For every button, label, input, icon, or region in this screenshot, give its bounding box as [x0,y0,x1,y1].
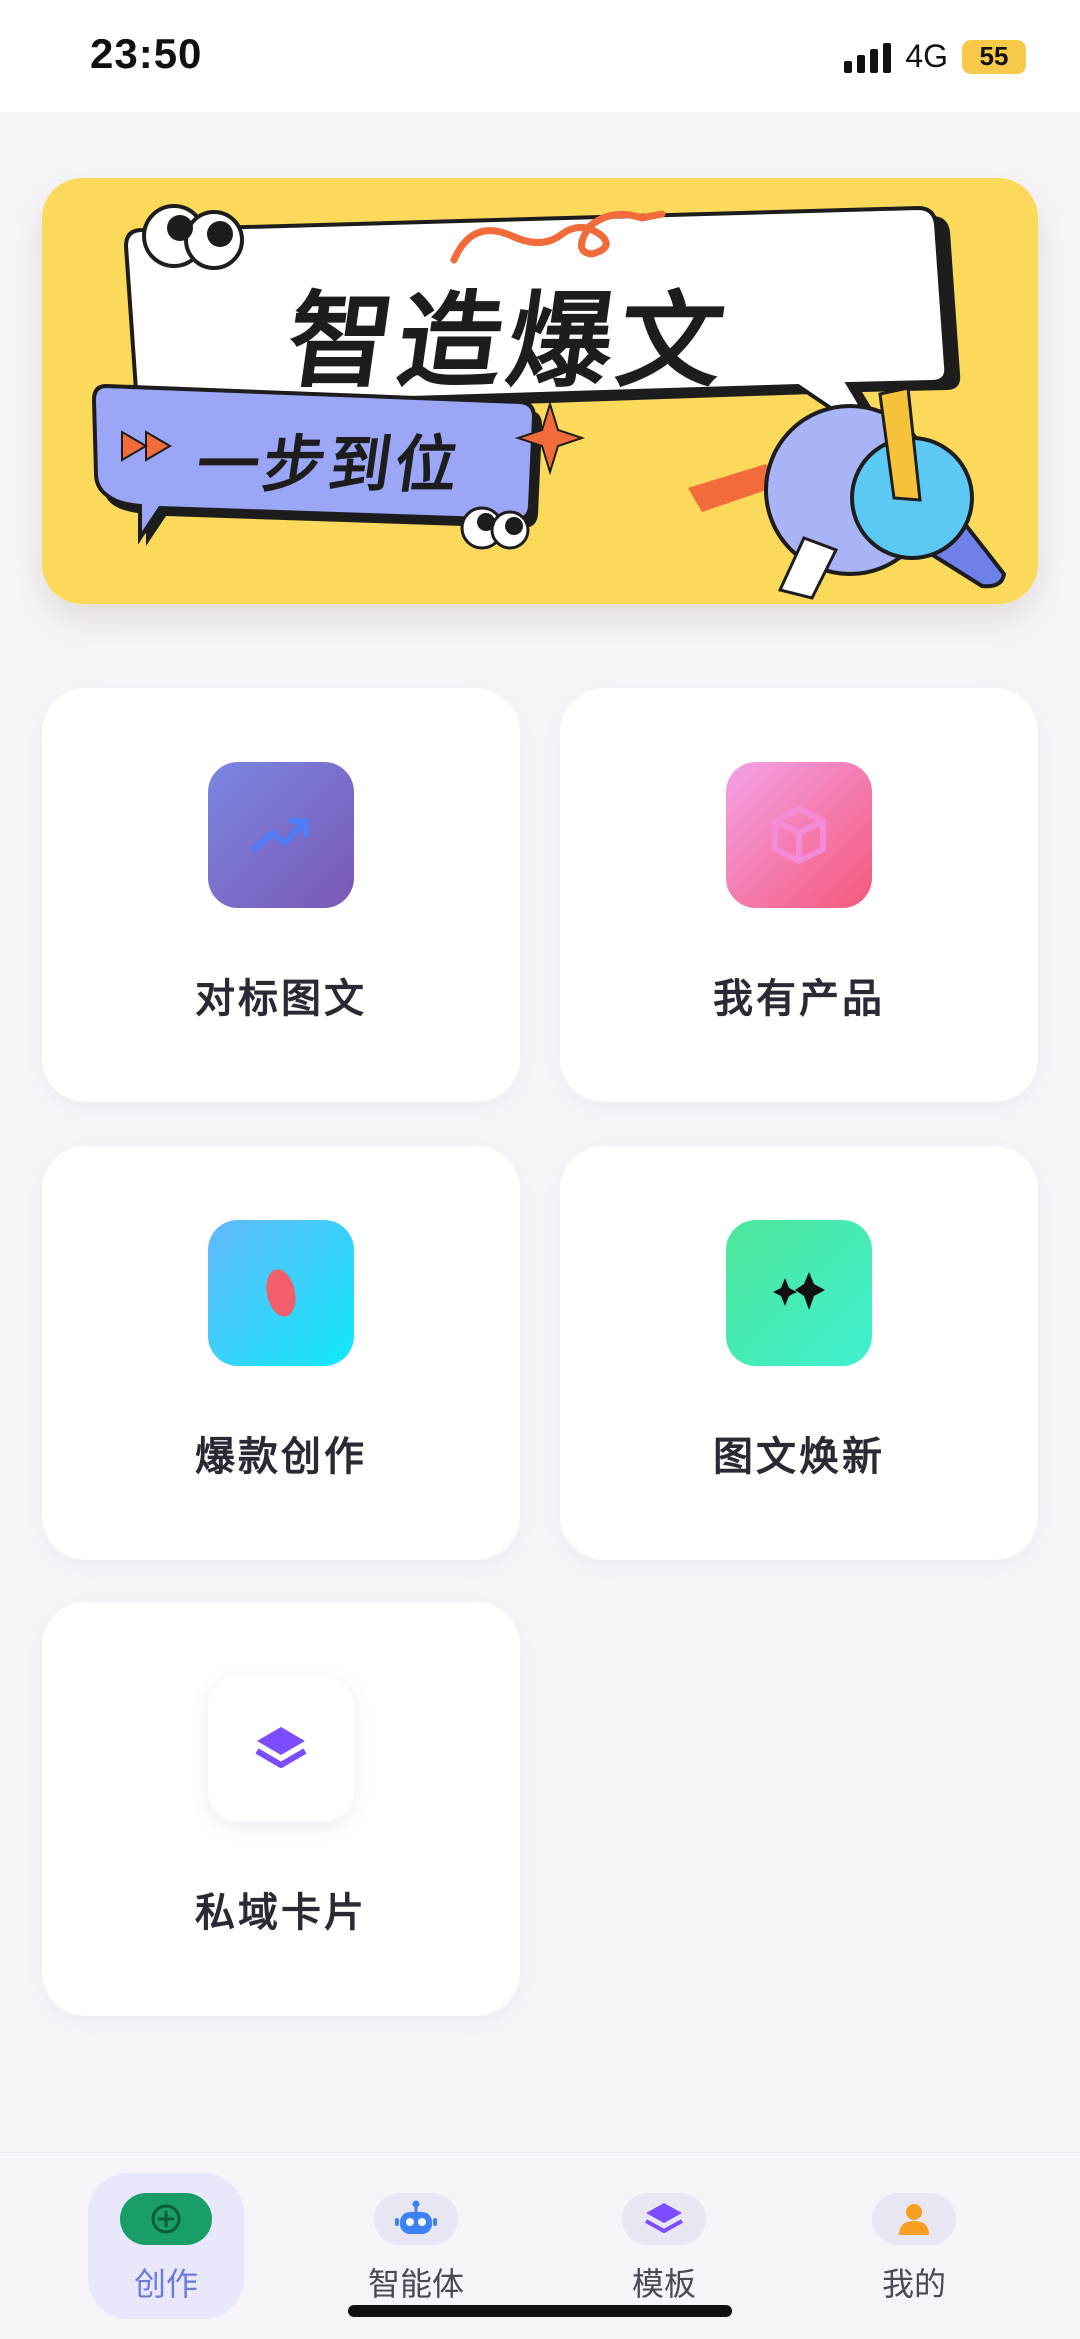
network-type: 4G [905,38,948,74]
nav-label: 智能体 [367,2265,464,2303]
layers-icon [208,1676,354,1822]
card-label: 爆款创作 [195,1434,367,1480]
home-indicator[interactable] [348,2305,732,2317]
card-viral-creation[interactable]: 爆款创作 [42,1146,520,1560]
sparkles-icon [726,1220,872,1366]
nav-label: 我的 [881,2265,946,2303]
robot-icon [374,2193,458,2245]
pill-icon [208,1220,354,1366]
nav-label: 创作 [133,2265,198,2303]
card-my-product[interactable]: 我有产品 [560,688,1038,1102]
plus-icon [120,2193,212,2245]
layers-icon [622,2193,706,2245]
card-private-card[interactable]: 私域卡片 [42,1602,520,2016]
card-label: 图文焕新 [713,1434,885,1480]
nav-tab-create[interactable]: 创作 [66,2153,266,2339]
status-bar: 23:50 4G 55 [0,0,1080,112]
nav-label: 模板 [631,2265,696,2303]
card-label: 我有产品 [713,976,885,1022]
card-label: 对标图文 [195,976,367,1022]
promo-banner[interactable]: 智造爆文 一步到位 [42,178,1038,604]
status-time: 23:50 [90,30,203,77]
banner-title: 智造爆文 [280,280,738,402]
trending-up-icon [208,762,354,908]
card-refresh-posts[interactable]: 图文焕新 [560,1146,1038,1560]
status-indicators: 4G 55 [844,38,1026,75]
cartoon-eyes-icon [142,204,244,270]
small-eyes-icon [460,506,530,550]
user-icon [872,2193,956,2245]
card-label: 私域卡片 [195,1890,367,1936]
package-box-icon [726,762,872,908]
megaphone-icon [764,386,1007,600]
battery-level: 55 [962,39,1026,74]
banner-subtitle: 一步到位 [192,428,467,501]
battery-icon: 55 [962,39,1026,74]
card-benchmark-posts[interactable]: 对标图文 [42,688,520,1102]
signal-icon [844,41,892,73]
nav-tab-profile[interactable]: 我的 [814,2153,1014,2339]
